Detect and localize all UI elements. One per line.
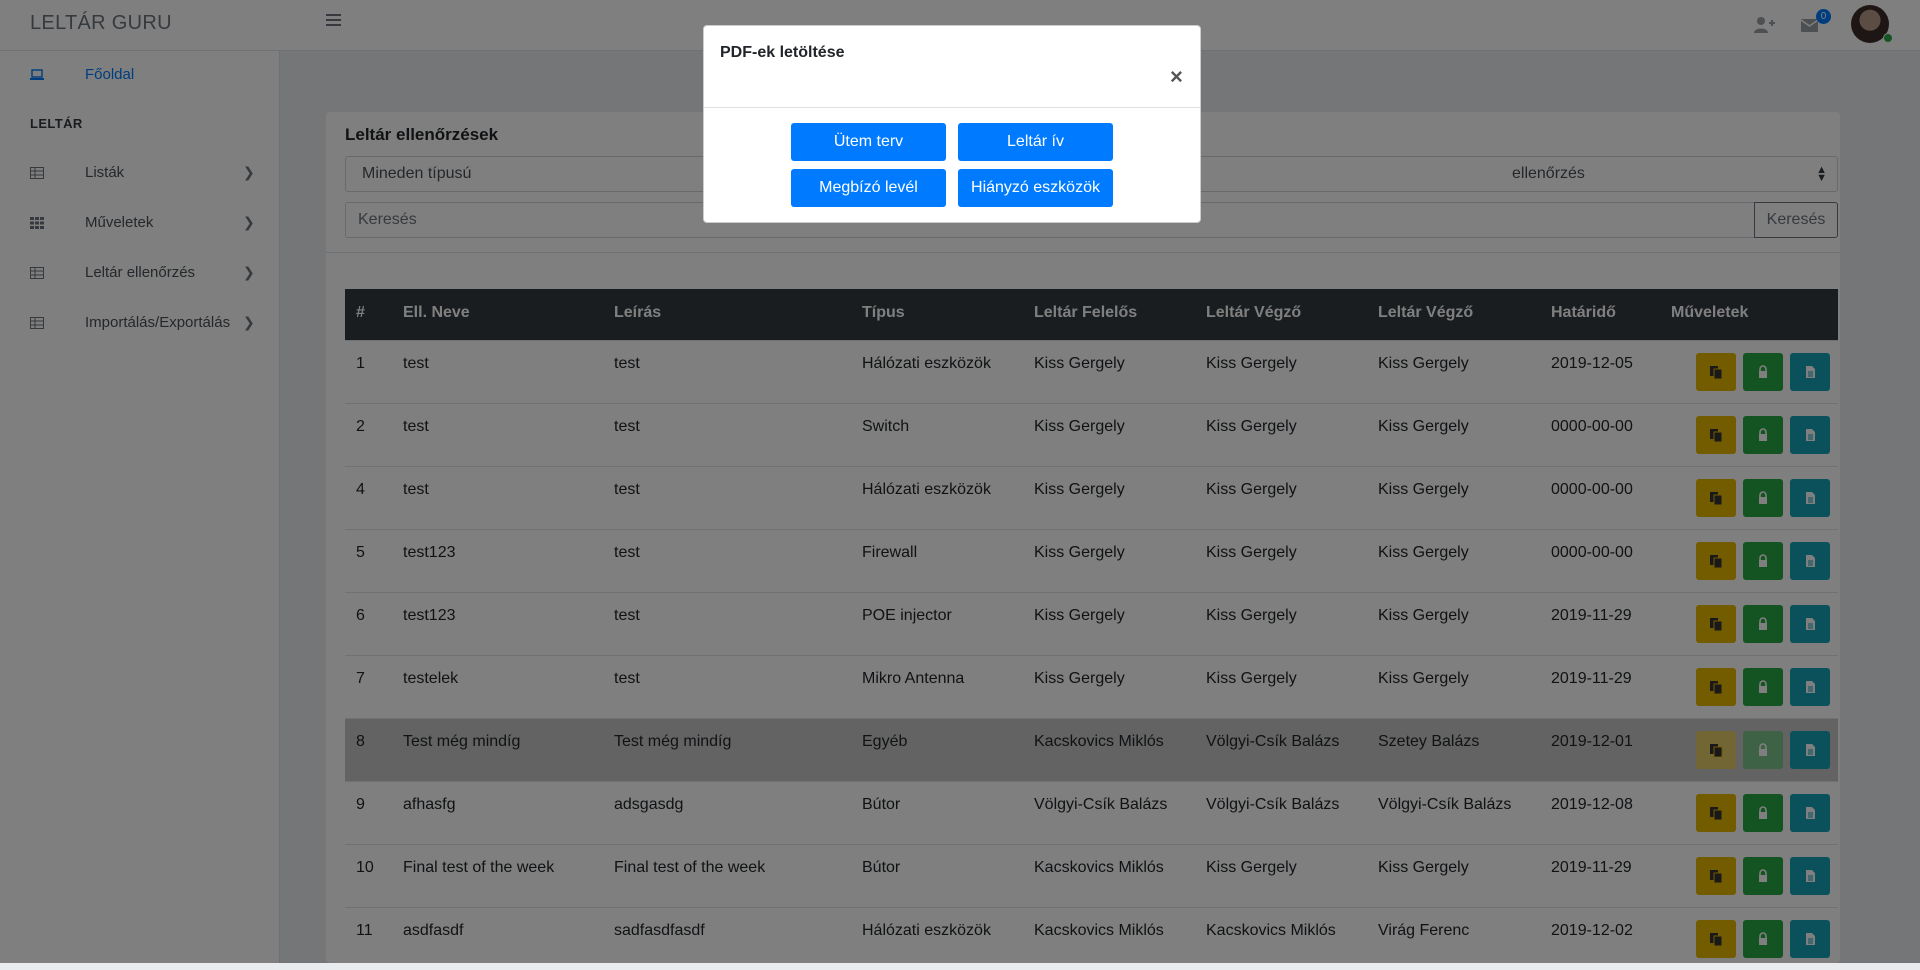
missing-assets-pdf-button[interactable]: Hiányzó eszközök xyxy=(958,169,1113,207)
mandate-letter-pdf-button[interactable]: Megbízó levél xyxy=(791,169,946,207)
close-icon[interactable]: × xyxy=(1170,66,1183,88)
modal-title: PDF-ek letöltése xyxy=(720,44,845,61)
inventory-sheet-pdf-button[interactable]: Leltár ív xyxy=(958,123,1113,161)
modal-header: PDF-ek letöltése × xyxy=(704,26,1200,108)
schedule-pdf-button[interactable]: Ütem terv xyxy=(791,123,946,161)
pdf-download-modal: PDF-ek letöltése × Ütem terv Leltár ív M… xyxy=(703,25,1201,223)
